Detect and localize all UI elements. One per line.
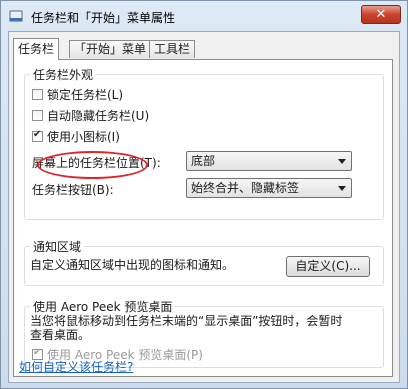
taskbar-location-value: 底部 xyxy=(191,154,216,168)
group-title-notification: 通知区域 xyxy=(30,238,85,255)
autohide-label: 自动隐藏任务栏(U) xyxy=(47,109,150,123)
notification-description: 自定义通知区域中出现的图标和通知。 xyxy=(30,258,235,272)
autohide-checkbox[interactable] xyxy=(32,110,43,121)
lock-taskbar-checkbox[interactable] xyxy=(32,89,43,100)
aero-peek-description-line2: 查看桌面。 xyxy=(30,328,91,342)
customize-notification-button[interactable]: 自定义(C)... xyxy=(286,256,370,277)
autohide-option[interactable]: 自动隐藏任务栏(U) xyxy=(32,108,149,124)
lock-taskbar-label: 锁定任务栏(L) xyxy=(47,88,124,102)
group-title-appearance: 任务栏外观 xyxy=(30,66,97,83)
small-icons-option[interactable]: ✔ 使用小图标(I) xyxy=(32,129,120,145)
title-bar[interactable]: 任务栏和「开始」菜单属性 ✕ xyxy=(1,1,408,31)
tab-panel-taskbar: 任务栏外观 锁定任务栏(L) 自动隐藏任务栏(U) ✔ 使用小图标(I) 屏幕上的… xyxy=(13,59,393,377)
small-icons-label: 使用小图标(I) xyxy=(47,130,120,144)
taskbar-buttons-select[interactable]: 始终合并、隐藏标签 xyxy=(186,178,352,198)
dropdown-arrow-icon xyxy=(338,159,346,164)
taskbar-location-select[interactable]: 底部 xyxy=(186,151,352,171)
tab-start-menu[interactable]: 「开始」菜单 xyxy=(69,40,152,58)
dialog-window: 任务栏和「开始」菜单属性 ✕ 任务栏 「开始」菜单 工具栏 任务栏外观 锁定任务… xyxy=(0,0,408,389)
dropdown-arrow-icon xyxy=(338,186,346,191)
dialog-client-area: 任务栏 「开始」菜单 工具栏 任务栏外观 锁定任务栏(L) 自动隐藏任务栏(U)… xyxy=(8,31,400,383)
taskbar-buttons-label: 任务栏按钮(B): xyxy=(32,183,114,197)
tab-toolbars[interactable]: 工具栏 xyxy=(149,40,196,58)
highlight-annotation-circle xyxy=(37,151,148,179)
lock-taskbar-option[interactable]: 锁定任务栏(L) xyxy=(32,87,123,103)
window-title: 任务栏和「开始」菜单属性 xyxy=(31,11,176,25)
small-icons-checkbox[interactable]: ✔ xyxy=(32,129,43,142)
taskbar-icon xyxy=(9,10,23,22)
checkmark-icon: ✔ xyxy=(33,129,42,140)
close-button[interactable]: ✕ xyxy=(361,5,401,24)
tab-taskbar[interactable]: 任务栏 xyxy=(13,38,60,60)
help-link[interactable]: 如何自定义该任务栏? xyxy=(19,358,133,375)
taskbar-buttons-value: 始终合并、隐藏标签 xyxy=(191,181,300,195)
